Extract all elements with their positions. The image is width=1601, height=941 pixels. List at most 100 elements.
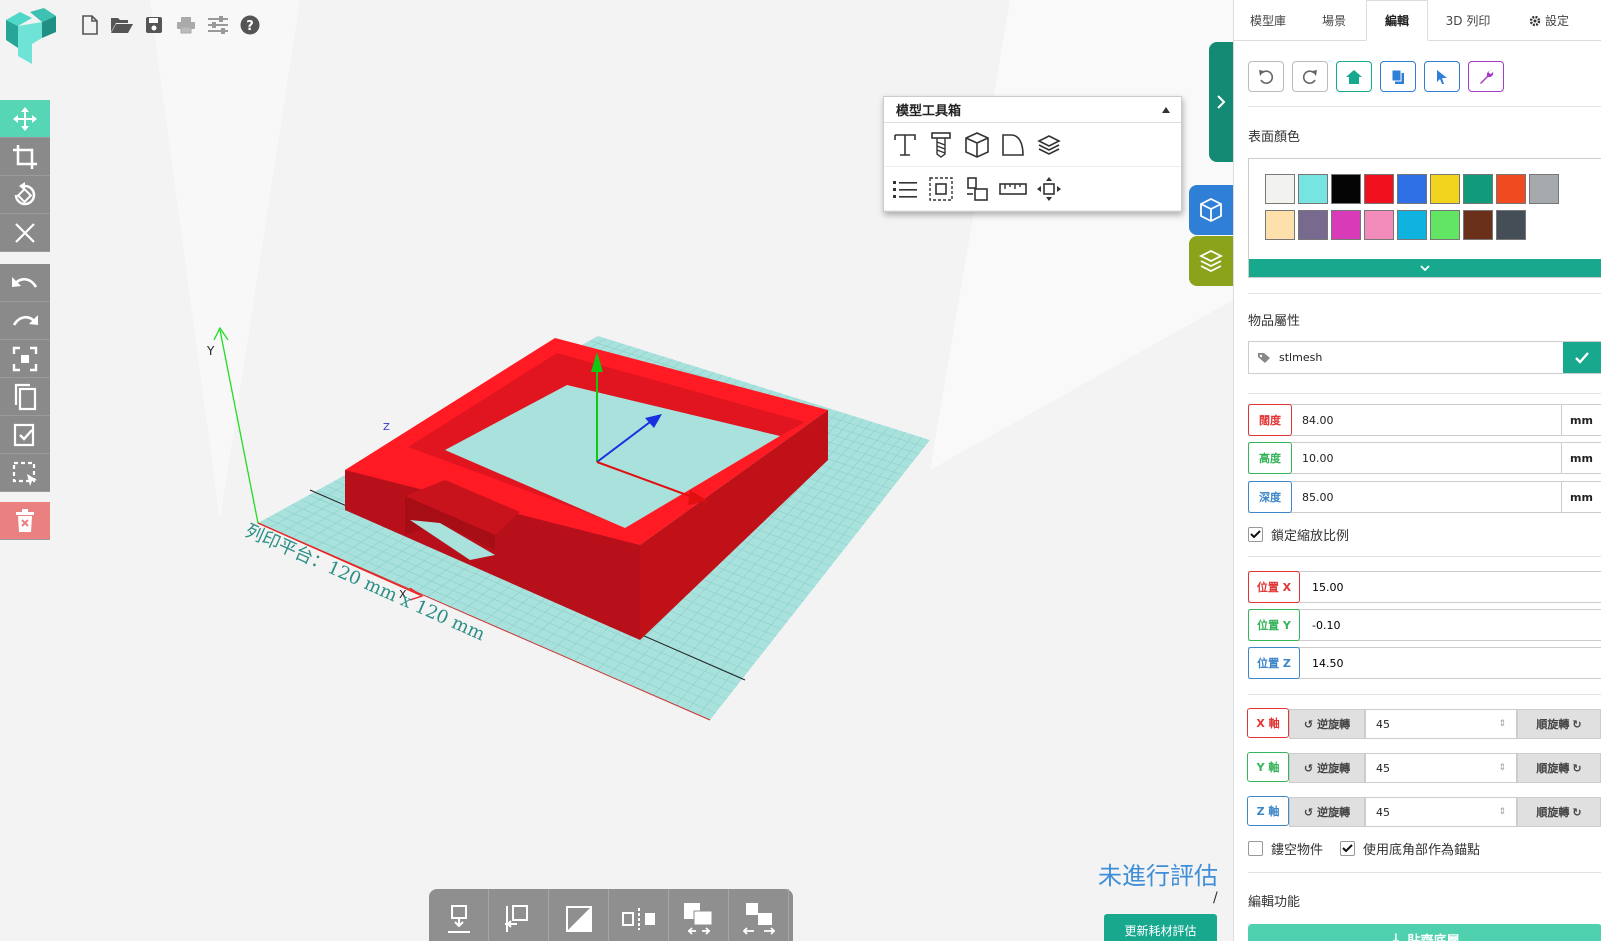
select-all-tool-button[interactable] [0,416,50,454]
center-button[interactable] [489,889,549,941]
corner-anchor-checkbox[interactable] [1340,841,1355,856]
open-folder-icon[interactable] [110,12,134,38]
spinner-icon[interactable]: ⇕ [1498,763,1506,773]
color-swatch[interactable] [1265,174,1295,204]
rotate-y-ccw-button[interactable]: ↺ 逆旋轉 [1289,753,1365,783]
layers-tool-icon[interactable] [1034,130,1064,160]
view-cube-button[interactable] [1189,185,1233,235]
color-swatch[interactable] [1496,210,1526,240]
ruler-tool-icon[interactable] [998,174,1028,204]
move-arrows-tool-icon[interactable] [1034,174,1064,204]
rotate-z-cw-button[interactable]: 順旋轉 ↻ [1517,797,1601,827]
depth-input[interactable] [1292,482,1561,512]
cube-tool-icon[interactable] [962,130,992,160]
color-swatch[interactable] [1397,210,1427,240]
color-swatch[interactable] [1496,174,1526,204]
copy-tool-button[interactable] [0,378,50,416]
copy-icon [14,383,37,410]
rotate-y-value: 45 [1376,761,1390,775]
rotate-z-input[interactable]: 45 ⇕ [1365,797,1517,827]
lock-ratio-checkbox[interactable] [1248,527,1263,542]
color-swatch[interactable] [1298,210,1328,240]
snap-to-bottom-button[interactable]: ↓ 貼齊底層 [1248,924,1601,941]
color-swatch[interactable] [1463,210,1493,240]
spinner-icon[interactable]: ⇕ [1498,719,1506,729]
rotate-y-input[interactable]: 45 ⇕ [1365,753,1517,783]
confirm-name-button[interactable] [1563,342,1601,373]
group-tool-icon[interactable] [926,174,956,204]
curve-tool-icon[interactable] [998,130,1028,160]
chevron-down-icon [1420,265,1430,271]
crop-tool-button[interactable] [0,138,50,176]
move-tool-button[interactable] [0,100,50,138]
list-tool-icon[interactable] [890,174,920,204]
color-swatch[interactable] [1364,174,1394,204]
width-input[interactable] [1292,405,1561,435]
position-x-input[interactable] [1300,572,1601,602]
color-swatch[interactable] [1430,174,1460,204]
rotate-z-ccw-button[interactable]: ↺ 逆旋轉 [1289,797,1365,827]
collapse-caret-icon[interactable] [1161,106,1171,114]
expand-colors-button[interactable] [1249,259,1601,277]
delete-tool-button[interactable] [0,502,50,540]
color-swatch[interactable] [1364,210,1394,240]
print-icon[interactable] [174,12,198,38]
screw-tool-icon[interactable] [926,130,956,160]
height-input[interactable] [1292,443,1561,473]
select-button[interactable] [1424,61,1460,92]
sliders-icon[interactable] [206,12,230,38]
undo-button[interactable] [1248,61,1284,92]
undo-tool-button[interactable] [0,264,50,302]
update-filament-button[interactable]: 更新耗材評估 [1104,914,1217,941]
text-tool-icon[interactable] [890,130,920,160]
merge-button[interactable] [669,889,729,941]
align-tool-icon[interactable] [962,174,992,204]
rotate-y-label: Y 軸 [1247,752,1289,782]
color-swatch[interactable] [1529,174,1559,204]
drop-to-bed-button[interactable] [429,889,489,941]
layers-view-button[interactable] [1189,236,1233,286]
new-file-icon[interactable] [78,12,102,38]
spinner-icon[interactable]: ⇕ [1498,807,1506,817]
home-button[interactable] [1336,61,1372,92]
save-icon[interactable] [142,12,166,38]
color-swatch[interactable] [1397,174,1427,204]
split-button[interactable] [729,889,789,941]
rotate-x-cw-button[interactable]: 順旋轉 ↻ [1517,709,1601,739]
mirror-button[interactable] [609,889,669,941]
tab-settings[interactable]: 設定 [1508,0,1590,41]
color-swatch[interactable] [1331,210,1361,240]
tab-model-library[interactable]: 模型庫 [1234,0,1302,41]
panel-toggle-button[interactable] [1209,42,1233,162]
position-z-field: 位置 Z [1248,647,1601,679]
half-button[interactable] [549,889,609,941]
color-swatch[interactable] [1430,210,1460,240]
3d-viewport[interactable]: Y Z X 列印平台：120 mm x 120 mm ? 模型工具箱 未進行評估… [0,0,1233,941]
color-swatch[interactable] [1463,174,1493,204]
redo-tool-button[interactable] [0,302,50,340]
position-z-input[interactable] [1300,648,1601,678]
close-tool-button[interactable] [0,214,50,252]
color-swatch[interactable] [1331,174,1361,204]
object-name-input[interactable] [1279,342,1563,373]
color-swatch[interactable] [1265,210,1295,240]
help-icon[interactable]: ? [238,12,262,38]
rotate-tool-button[interactable] [0,176,50,214]
tab-edit[interactable]: 編輯 [1366,0,1428,41]
focus-tool-button[interactable] [0,340,50,378]
color-swatch[interactable] [1298,174,1328,204]
rotate-y-cw-button[interactable]: 順旋轉 ↻ [1517,753,1601,783]
hollow-checkbox[interactable] [1248,841,1263,856]
app-logo[interactable] [2,8,56,68]
redo-button[interactable] [1292,61,1328,92]
wrench-button[interactable] [1468,61,1504,92]
tab-3d-print[interactable]: 3D 列印 [1428,0,1508,41]
tab-scene[interactable]: 場景 [1302,0,1366,41]
rotate-x-ccw-button[interactable]: ↺ 逆旋轉 [1289,709,1365,739]
duplicate-button[interactable] [1380,61,1416,92]
box-select-tool-button[interactable] [0,454,50,492]
depth-unit: mm [1561,482,1601,512]
diagonal-split-icon [565,906,592,932]
position-y-input[interactable] [1300,610,1601,640]
rotate-x-input[interactable]: 45 ⇕ [1365,709,1517,739]
